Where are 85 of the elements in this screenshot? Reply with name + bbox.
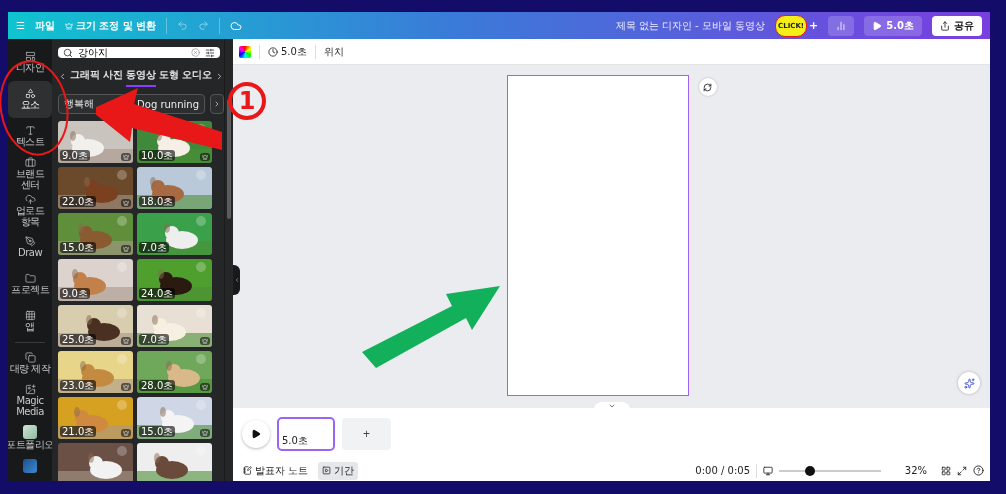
portfolio-icon	[23, 424, 37, 439]
design-title[interactable]: 제목 없는 디자인 - 모바일 동영상	[615, 18, 766, 33]
shapes-icon	[24, 88, 36, 100]
refresh-icon	[703, 82, 712, 92]
magic-button[interactable]	[958, 372, 980, 394]
insights-button[interactable]	[828, 15, 855, 36]
filter-icon[interactable]	[205, 47, 215, 58]
refresh-button[interactable]	[698, 78, 717, 96]
duration-label: 23.0초	[60, 380, 97, 391]
category-tab[interactable]: 도형	[159, 65, 179, 87]
pen-icon	[24, 236, 36, 248]
duration-label: 9.0초	[60, 288, 90, 299]
copy-icon	[24, 352, 36, 364]
fullscreen-icon[interactable]	[957, 465, 967, 476]
add-page-button[interactable]: +	[342, 418, 391, 450]
duration-label: 15.0초	[60, 242, 97, 253]
clock-icon	[268, 46, 278, 57]
sidebar-item[interactable]: 앱	[8, 303, 52, 340]
briefcase-icon	[24, 157, 36, 168]
playback-time: 0:00 / 0:05	[695, 465, 750, 476]
notebook-pen-icon	[243, 466, 252, 475]
duration-label: 21.0초	[60, 426, 97, 437]
play-icon	[872, 20, 883, 31]
sidebar-item[interactable]: 프로젝트	[8, 266, 52, 303]
monitor-icon[interactable]	[763, 465, 773, 476]
cloud-icon[interactable]	[230, 19, 243, 32]
grid-view-icon[interactable]	[941, 465, 951, 476]
chevron-left-icon	[233, 277, 240, 283]
present-button[interactable]: 5.0초	[864, 15, 922, 36]
duration-label: 10.0초	[139, 150, 176, 161]
sidebar-item[interactable]: 대량 제작	[8, 345, 52, 382]
category-tab[interactable]: 그래픽	[70, 65, 100, 87]
duration-label: 7.0초	[139, 242, 169, 253]
category-tab[interactable]: 오디오	[182, 65, 212, 87]
sidebar-item[interactable]: 요소	[8, 81, 52, 118]
sidebar-item[interactable]: Magic Media	[8, 382, 52, 419]
app-icon[interactable]	[23, 459, 37, 473]
chevron-right-icon[interactable]	[215, 71, 224, 81]
color-swatch[interactable]	[239, 45, 251, 58]
add-button[interactable]: +	[809, 19, 819, 32]
timeline-clip[interactable]: 5.0초	[277, 417, 335, 451]
share-button[interactable]: 공유	[932, 15, 982, 36]
duration-label: 18.0초	[139, 196, 176, 207]
panel-collapse-handle[interactable]	[233, 265, 240, 295]
bar-chart-icon	[836, 20, 847, 31]
search-field[interactable]: 강아지	[58, 47, 220, 58]
sidebar-item[interactable]: 브랜드 센터	[8, 155, 52, 192]
duration-label: 25.0초	[60, 334, 97, 345]
layout-icon	[24, 51, 36, 63]
play-square-icon	[322, 466, 332, 475]
step-number: 1	[228, 82, 266, 120]
zoom-reading: 32%	[903, 465, 927, 476]
zoom-slider-thumb[interactable]	[804, 465, 815, 476]
duration-toggle[interactable]: 기간	[318, 461, 359, 480]
chevron-left-icon[interactable]	[58, 71, 67, 81]
duration-label: 9.0초	[60, 150, 90, 161]
search-icon	[63, 47, 73, 58]
play-button[interactable]	[242, 420, 270, 448]
duration-label: 15.0초	[139, 426, 176, 437]
chevron-down-icon	[607, 402, 616, 410]
play-icon	[251, 429, 261, 439]
cloud-upload-icon	[24, 194, 36, 205]
duration-label: 28.0초	[139, 380, 176, 391]
category-tab[interactable]: 동영상	[126, 65, 156, 87]
category-tab[interactable]: 사진	[103, 65, 123, 87]
share-icon	[940, 20, 950, 31]
chevron-right-icon	[213, 99, 221, 108]
scrollbar[interactable]	[227, 99, 231, 219]
sidebar-item[interactable]: 업로드 항목	[8, 192, 52, 229]
duration-label: 7.0초	[139, 334, 169, 345]
duration-button[interactable]: 5.0초	[268, 44, 307, 59]
notes-button[interactable]: 발표자 노트	[239, 461, 313, 480]
image-plus-icon	[24, 384, 36, 395]
text-icon	[24, 125, 36, 137]
sidebar-item[interactable]: 텍스트	[8, 118, 52, 155]
crown-icon	[64, 21, 73, 30]
sidebar-item[interactable]: Draw	[8, 229, 52, 266]
help-icon[interactable]	[973, 465, 984, 476]
duration-label: 24.0초	[139, 288, 176, 299]
duration-label: 22.0초	[60, 196, 97, 207]
sparkles-icon	[963, 377, 975, 389]
grid-icon	[24, 310, 36, 322]
position-button[interactable]: 위치	[323, 44, 344, 59]
sidebar-item[interactable]: 디자인	[8, 44, 52, 81]
folder-icon	[24, 273, 36, 285]
